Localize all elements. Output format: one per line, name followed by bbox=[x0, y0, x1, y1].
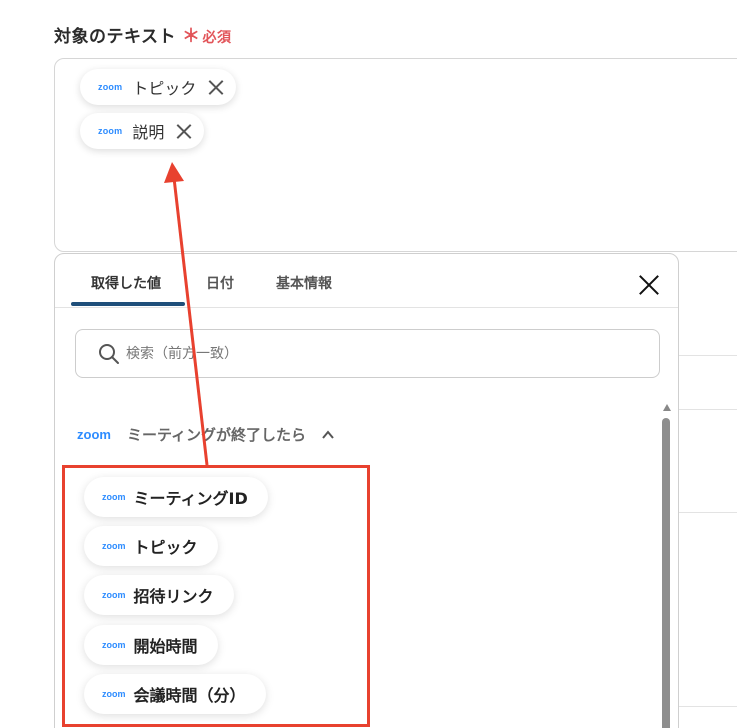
selected-chip-description[interactable]: zoom 説明 bbox=[80, 113, 205, 149]
active-tab-indicator bbox=[71, 302, 185, 306]
selected-chip-topic[interactable]: zoom トピック bbox=[80, 69, 237, 105]
search-icon bbox=[99, 344, 119, 364]
search-input[interactable] bbox=[126, 342, 626, 366]
field-label-text: 対象のテキスト bbox=[54, 27, 176, 47]
section-header[interactable]: zoom ミーティングが終了したら bbox=[77, 424, 334, 445]
scrollbar[interactable] bbox=[662, 404, 672, 728]
panel-tabs: 取得した値 日付 基本情報 bbox=[55, 254, 678, 308]
tab-date[interactable]: 日付 bbox=[206, 273, 234, 293]
zoom-logo: zoom bbox=[77, 427, 111, 442]
scroll-up-arrow[interactable] bbox=[663, 404, 671, 411]
field-label: 対象のテキスト ＊必須 bbox=[54, 22, 232, 48]
background-divider bbox=[678, 409, 737, 410]
chevron-up-icon[interactable] bbox=[322, 429, 334, 441]
tab-acquired-values[interactable]: 取得した値 bbox=[91, 273, 161, 293]
search-field[interactable] bbox=[75, 329, 660, 378]
required-badge: 必須 bbox=[202, 30, 232, 46]
zoom-logo: zoom bbox=[98, 82, 123, 92]
chip-label: トピック bbox=[132, 79, 197, 98]
section-title: ミーティングが終了したら bbox=[126, 426, 307, 444]
zoom-logo: zoom bbox=[98, 126, 123, 136]
close-icon[interactable] bbox=[638, 274, 660, 296]
close-icon[interactable] bbox=[208, 79, 224, 95]
close-icon[interactable] bbox=[176, 123, 192, 139]
background-divider bbox=[678, 706, 737, 707]
tab-basic-info[interactable]: 基本情報 bbox=[276, 273, 332, 293]
background-divider bbox=[678, 512, 737, 513]
chip-label: 説明 bbox=[132, 123, 165, 142]
annotation-highlight-box bbox=[62, 465, 370, 727]
required-asterisk: ＊ bbox=[182, 26, 201, 47]
scrollbar-thumb[interactable] bbox=[662, 418, 670, 728]
background-divider bbox=[678, 355, 737, 356]
